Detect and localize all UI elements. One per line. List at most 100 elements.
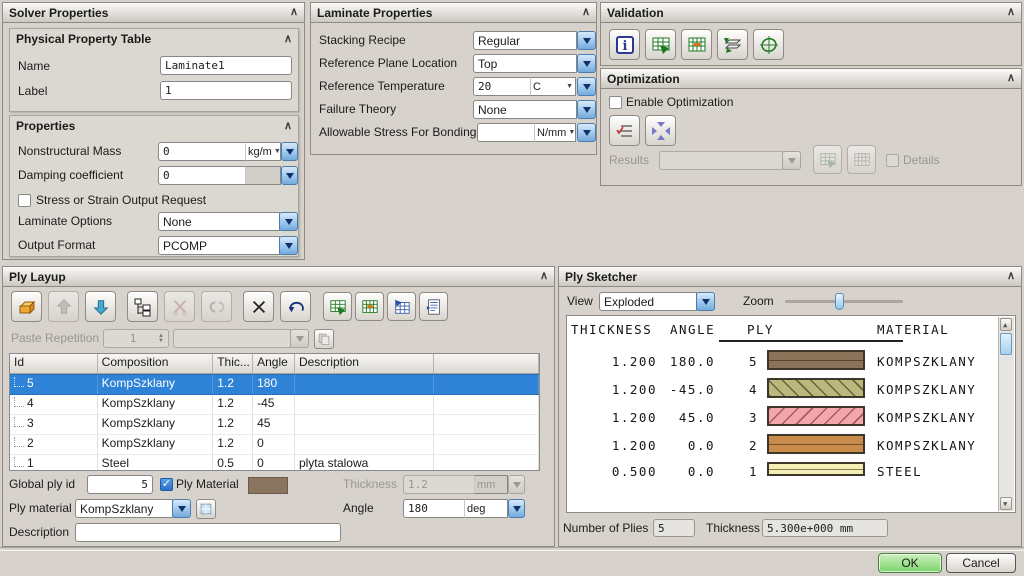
details-label: Details	[903, 151, 940, 170]
reference-temperature-input[interactable]: 20	[473, 77, 531, 96]
table-row[interactable]: 4 KompSzklany 1.2 -45	[10, 395, 539, 415]
nonstructural-mass-options-button[interactable]	[281, 142, 298, 161]
laminate-options-dropdown-button[interactable]	[279, 212, 298, 231]
validation-header[interactable]: Validation ∧	[601, 3, 1021, 23]
ok-button[interactable]: OK	[878, 553, 942, 573]
arrow-down-icon	[286, 149, 294, 155]
vertical-scrollbar[interactable]: ▲ ▼	[998, 317, 1014, 511]
list-view-button[interactable]	[419, 292, 448, 321]
layup-table-button[interactable]	[355, 292, 384, 321]
angle-options-button[interactable]	[508, 499, 525, 518]
collapse-icon[interactable]: ∧	[1007, 7, 1015, 18]
collapse-icon[interactable]: ∧	[284, 121, 292, 132]
output-format-label: Output Format	[18, 236, 95, 255]
table-row[interactable]: 2 KompSzklany 1.2 0	[10, 435, 539, 455]
laminate-information-button[interactable]: i	[609, 29, 640, 60]
zoom-slider-thumb[interactable]	[835, 293, 844, 310]
table-row[interactable]: 3 KompSzklany 1.2 45	[10, 415, 539, 435]
properties-header[interactable]: Properties ∧	[10, 116, 298, 136]
zoom-slider-track[interactable]	[785, 300, 903, 303]
label-input[interactable]: 1	[160, 81, 292, 100]
collapse-icon[interactable]: ∧	[1007, 271, 1015, 282]
ply-material-checkbox[interactable]	[160, 478, 173, 491]
column-header-thickness[interactable]: Thic...	[213, 354, 253, 373]
tree-branch-icon	[14, 437, 24, 447]
delete-ply-button[interactable]	[243, 291, 274, 322]
enable-optimization-checkbox[interactable]	[609, 96, 622, 109]
validate-table-button[interactable]	[681, 29, 712, 60]
ply-sketcher-canvas[interactable]: THICKNESS ANGLE PLY MATERIAL 1.200 180.0…	[566, 315, 1016, 513]
optimization-header[interactable]: Optimization ∧	[601, 69, 1021, 89]
failure-theory-dropdown[interactable]: None	[473, 100, 577, 119]
temperature-unit-dropdown[interactable]: C▼	[530, 77, 576, 96]
collapse-icon[interactable]: ∧	[540, 271, 548, 282]
collapse-icon[interactable]: ∧	[1007, 73, 1015, 84]
new-ply-button[interactable]	[11, 291, 42, 322]
sketch-material: KOMPSZKLANY	[877, 438, 976, 453]
export-stiffness-button[interactable]	[645, 29, 676, 60]
scroll-up-button[interactable]: ▲	[1000, 318, 1012, 331]
converge-button[interactable]	[645, 115, 676, 146]
column-header-id[interactable]: Id	[10, 354, 98, 373]
solver-properties-header[interactable]: Solver Properties ∧	[3, 3, 304, 23]
collapse-icon[interactable]: ∧	[582, 7, 590, 18]
bonding-stress-input[interactable]	[477, 123, 535, 142]
temperature-options-button[interactable]	[577, 77, 596, 96]
view-dropdown-button[interactable]	[696, 292, 715, 311]
failure-theory-dropdown-button[interactable]	[577, 100, 596, 119]
name-input[interactable]: Laminate1	[160, 56, 292, 75]
angle-input[interactable]: 180	[403, 499, 465, 518]
ply-table-header[interactable]: Id Composition Thic... Angle Description	[10, 354, 539, 374]
table-row[interactable]: 5 KompSzklany 1.2 180	[10, 374, 539, 395]
view-dropdown[interactable]: Exploded	[599, 292, 697, 311]
table-row[interactable]: 1 Steel 0.5 0 plyta stalowa	[10, 455, 539, 471]
nonstructural-mass-unit-dropdown[interactable]: kg/m▼	[245, 142, 281, 161]
sketch-ply-number: 2	[749, 438, 758, 453]
name-label: Name	[18, 57, 50, 76]
undo-button[interactable]	[280, 291, 311, 322]
stacking-recipe-dropdown[interactable]: Regular	[473, 31, 577, 50]
column-header-composition[interactable]: Composition	[98, 354, 214, 373]
laminate-options-dropdown[interactable]: None	[158, 212, 280, 231]
output-format-dropdown[interactable]: PCOMP	[158, 236, 280, 255]
reference-plane-dropdown-button[interactable]	[577, 54, 596, 73]
bonding-options-button[interactable]	[577, 123, 596, 142]
column-header-angle[interactable]: Angle	[253, 354, 295, 373]
column-header-description[interactable]: Description	[295, 354, 434, 373]
bonding-unit-dropdown[interactable]: N/mm▼	[534, 123, 576, 142]
ply-material-dropdown[interactable]: KompSzklany	[75, 499, 173, 518]
ply-layup-header[interactable]: Ply Layup ∧	[3, 267, 554, 287]
import-layup-button[interactable]	[387, 292, 416, 321]
collapse-icon[interactable]: ∧	[284, 34, 292, 45]
scroll-down-button[interactable]: ▼	[1000, 497, 1012, 510]
ply-material-dropdown-button[interactable]	[172, 499, 191, 518]
output-format-dropdown-button[interactable]	[279, 236, 298, 255]
sketch-material: KOMPSZKLANY	[877, 382, 976, 397]
nonstructural-mass-input[interactable]: 0	[158, 142, 246, 161]
chevron-down-icon	[583, 107, 591, 113]
new-material-button[interactable]	[196, 499, 216, 519]
physical-property-table-header[interactable]: Physical Property Table ∧	[10, 29, 298, 49]
laminate-properties-header[interactable]: Laminate Properties ∧	[311, 3, 596, 23]
footer-separator	[0, 547, 1024, 551]
stacking-recipe-dropdown-button[interactable]	[577, 31, 596, 50]
damping-input[interactable]: 0	[158, 166, 246, 185]
stress-output-checkbox[interactable]	[18, 194, 31, 207]
ply-table[interactable]: Id Composition Thic... Angle Description…	[9, 353, 540, 471]
ply-sketcher-header[interactable]: Ply Sketcher ∧	[559, 267, 1021, 287]
collapse-icon[interactable]: ∧	[290, 7, 298, 18]
move-ply-down-button[interactable]	[85, 291, 116, 322]
ply-orientation-button[interactable]	[717, 29, 748, 60]
export-layup-button[interactable]	[323, 292, 352, 321]
description-input[interactable]	[75, 523, 341, 542]
damping-options-button[interactable]	[281, 166, 298, 185]
cancel-button[interactable]: Cancel	[946, 553, 1016, 573]
reference-plane-dropdown[interactable]: Top	[473, 54, 577, 73]
tree-view-button[interactable]	[127, 291, 158, 322]
undo-icon	[287, 298, 305, 316]
polar-diagram-button[interactable]	[753, 29, 784, 60]
global-ply-id-input[interactable]: 5	[87, 475, 153, 494]
design-criteria-button[interactable]	[609, 115, 640, 146]
link-ply-button	[201, 291, 232, 322]
scrollbar-thumb[interactable]	[1000, 333, 1012, 355]
